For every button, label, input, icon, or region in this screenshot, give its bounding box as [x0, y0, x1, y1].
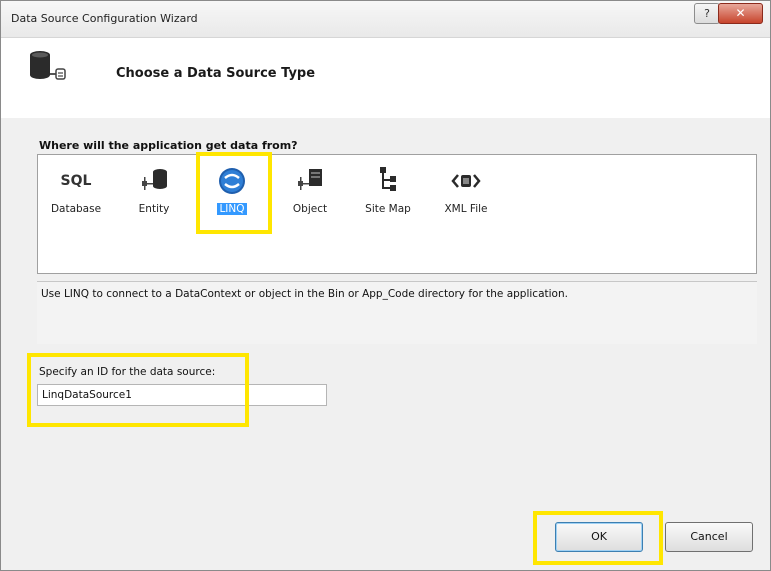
window-title: Data Source Configuration Wizard: [11, 12, 198, 25]
source-type-label-text: Database: [50, 203, 102, 215]
source-type-label-text: XML File: [444, 203, 488, 215]
close-button[interactable]: ✕: [718, 3, 763, 24]
source-type-label: Where will the application get data from…: [39, 139, 298, 152]
cancel-button[interactable]: Cancel: [665, 522, 753, 552]
database-connect-icon: [28, 49, 68, 93]
xml-file-icon: [436, 165, 496, 197]
sql-icon: SQL: [60, 173, 92, 189]
sitemap-icon: [358, 165, 418, 197]
linq-icon: [202, 165, 262, 197]
page-title: Choose a Data Source Type: [116, 66, 316, 81]
source-type-label-text: Site Map: [365, 203, 411, 215]
source-type-label-text: LINQ: [217, 203, 247, 215]
source-type-object[interactable]: Object: [280, 165, 340, 225]
description-text: Use LINQ to connect to a DataContext or …: [41, 288, 568, 300]
description-panel: Use LINQ to connect to a DataContext or …: [37, 281, 757, 344]
wizard-header: Choose a Data Source Type: [1, 38, 770, 118]
title-bar[interactable]: Data Source Configuration Wizard ? ✕: [1, 1, 770, 38]
source-type-database[interactable]: SQL Database: [46, 165, 106, 225]
entity-icon: [124, 165, 184, 197]
id-field-label: Specify an ID for the data source:: [39, 366, 216, 378]
source-type-linq[interactable]: LINQ: [202, 165, 262, 225]
data-source-id-input[interactable]: [37, 384, 327, 406]
source-type-entity[interactable]: Entity: [124, 165, 184, 225]
source-type-label-text: Object: [292, 203, 328, 215]
help-button[interactable]: ?: [694, 3, 720, 24]
source-type-label-text: Entity: [138, 203, 170, 215]
source-type-list: SQL Database Entity LINQ Object Site Map…: [37, 154, 757, 274]
source-type-sitemap[interactable]: Site Map: [358, 165, 418, 225]
object-icon: [280, 165, 340, 197]
wizard-window: Data Source Configuration Wizard ? ✕ Cho…: [0, 0, 771, 571]
source-type-xml-file[interactable]: XML File: [436, 165, 496, 225]
ok-button[interactable]: OK: [555, 522, 643, 552]
